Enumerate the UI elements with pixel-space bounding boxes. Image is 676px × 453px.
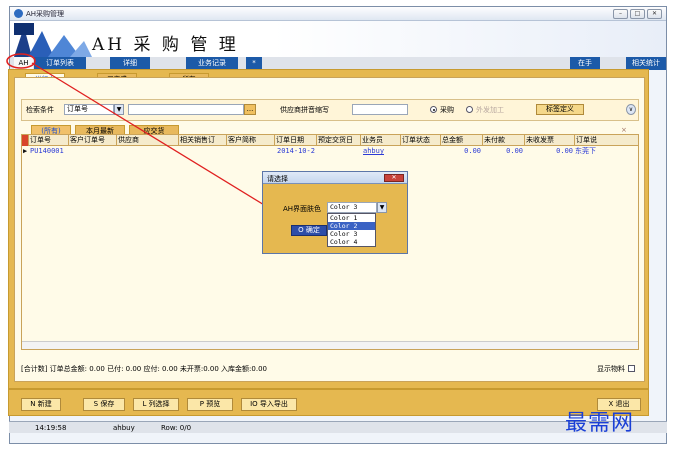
radio-purchase-label: 采购 — [440, 106, 454, 114]
status-row: Row: 0/0 — [161, 424, 192, 432]
cell-order-date: 2014-10-2 — [277, 147, 315, 155]
column-select-button[interactable]: L 列选择 — [133, 398, 179, 411]
option-color-2[interactable]: Color 2 — [328, 222, 375, 230]
maximize-button[interactable]: □ — [630, 9, 645, 19]
cell-unpaid: 0.00 — [506, 147, 523, 155]
new-button[interactable]: N 新建 — [21, 398, 61, 411]
option-color-1[interactable]: Color 1 — [328, 214, 375, 222]
status-user: ahbuy — [113, 424, 135, 432]
cell-total: 0.00 — [464, 147, 481, 155]
col-order-no[interactable]: 订单号 — [29, 135, 69, 146]
cell-order-no: PU140001 — [30, 147, 64, 155]
skin-select[interactable]: Color 3 — [327, 202, 377, 213]
window-controls: – □ ✕ — [613, 9, 662, 19]
col-customer-short[interactable]: 客户简称 — [227, 135, 275, 146]
skin-dropdown-chevron-icon[interactable]: ▼ — [377, 202, 387, 213]
cell-note: 东莞下 — [575, 147, 596, 155]
option-color-3[interactable]: Color 3 — [328, 230, 375, 238]
dialog-close-icon[interactable]: ✕ — [384, 174, 404, 182]
table-header: 订单号 客户订单号 供应商 相关销售订 客户简称 订单日期 预定交货日 业务员 … — [22, 135, 638, 146]
logo-icon — [14, 23, 92, 57]
supplier-label: 供应商拼音缩写 — [280, 106, 329, 114]
col-order-date[interactable]: 订单日期 — [275, 135, 317, 146]
import-export-button[interactable]: IO 导入导出 — [241, 398, 297, 411]
col-related-sales[interactable]: 相关销售订 — [179, 135, 227, 146]
col-due-date[interactable]: 预定交货日 — [317, 135, 361, 146]
skin-options-list: Color 1 Color 2 Color 3 Color 4 — [327, 213, 376, 247]
show-material-label: 显示物料 — [597, 365, 625, 373]
tag-define-button[interactable]: 标签定义 — [536, 104, 584, 115]
confirm-button[interactable]: O 确定 — [291, 225, 327, 236]
filter-bar: 检索条件 订单号 ▼ ... 供应商拼音缩写 采购 外发加工 标签定义 ∨ — [21, 99, 639, 121]
horizontal-scrollbar[interactable] — [22, 341, 638, 349]
save-button[interactable]: S 保存 — [83, 398, 125, 411]
col-customer-order[interactable]: 客户订单号 — [69, 135, 117, 146]
search-input[interactable] — [128, 104, 244, 115]
search-ellipsis-button[interactable]: ... — [244, 104, 256, 115]
dialog-titlebar: 请选择 ✕ — [263, 172, 407, 184]
chevron-down-icon[interactable]: ▼ — [114, 104, 124, 115]
table-row[interactable]: ▶ PU140001 2014-10-2 ahbuy 0.00 0.00 0.0… — [22, 146, 638, 156]
close-button[interactable]: ✕ — [647, 9, 662, 19]
supplier-input[interactable] — [352, 104, 408, 115]
row-marker-icon — [22, 135, 29, 146]
minimize-button[interactable]: – — [613, 9, 628, 19]
dialog-title: 请选择 — [267, 175, 288, 183]
row-pointer-icon: ▶ — [23, 147, 28, 155]
radio-outsource[interactable] — [466, 106, 473, 113]
cell-clerk: ahbuy — [363, 147, 385, 155]
radio-outsource-label: 外发加工 — [476, 106, 504, 114]
grid-close-icon[interactable]: × — [621, 126, 627, 134]
watermark: 最需网 — [565, 411, 635, 436]
search-label: 检索条件 — [26, 106, 54, 114]
col-unpaid[interactable]: 未付款 — [483, 135, 525, 146]
col-uninvoiced[interactable]: 未收发票 — [525, 135, 575, 146]
col-clerk[interactable]: 业务员 — [361, 135, 401, 146]
cell-uninvoiced: 0.00 — [556, 147, 573, 155]
search-field-select[interactable]: 订单号 — [64, 104, 114, 115]
action-bar: N 新建 S 保存 L 列选择 P 预览 IO 导入导出 X 退出 — [8, 389, 649, 416]
show-material-checkbox[interactable] — [628, 365, 635, 372]
banner: AH 采 购 管 理 — [10, 21, 666, 57]
status-time: 14:19:58 — [35, 424, 67, 432]
skin-label: AH界面肤色 — [283, 205, 322, 213]
window-title: AH采购管理 — [26, 10, 65, 18]
preview-button[interactable]: P 预览 — [187, 398, 233, 411]
col-status[interactable]: 订单状态 — [401, 135, 441, 146]
option-color-4[interactable]: Color 4 — [328, 238, 375, 246]
summary-text: [合计数] 订单总金额: 0.00 已付: 0.00 应付: 0.00 未开票:… — [21, 365, 267, 373]
select-dialog: 请选择 ✕ AH界面肤色 Color 3 ▼ O 确定 Color 1 Colo… — [262, 171, 408, 254]
radio-purchase[interactable] — [430, 106, 437, 113]
col-total[interactable]: 总金额 — [441, 135, 483, 146]
app-icon — [14, 9, 23, 18]
app-title: AH 采 购 管 理 — [92, 35, 239, 55]
summary-bar: [合计数] 订单总金额: 0.00 已付: 0.00 应付: 0.00 未开票:… — [21, 363, 639, 375]
col-note[interactable]: 订单说 — [575, 135, 640, 146]
title-bar: AH采购管理 – □ ✕ — [10, 7, 666, 21]
col-supplier[interactable]: 供应商 — [117, 135, 179, 146]
collapse-icon[interactable]: ∨ — [626, 104, 636, 115]
